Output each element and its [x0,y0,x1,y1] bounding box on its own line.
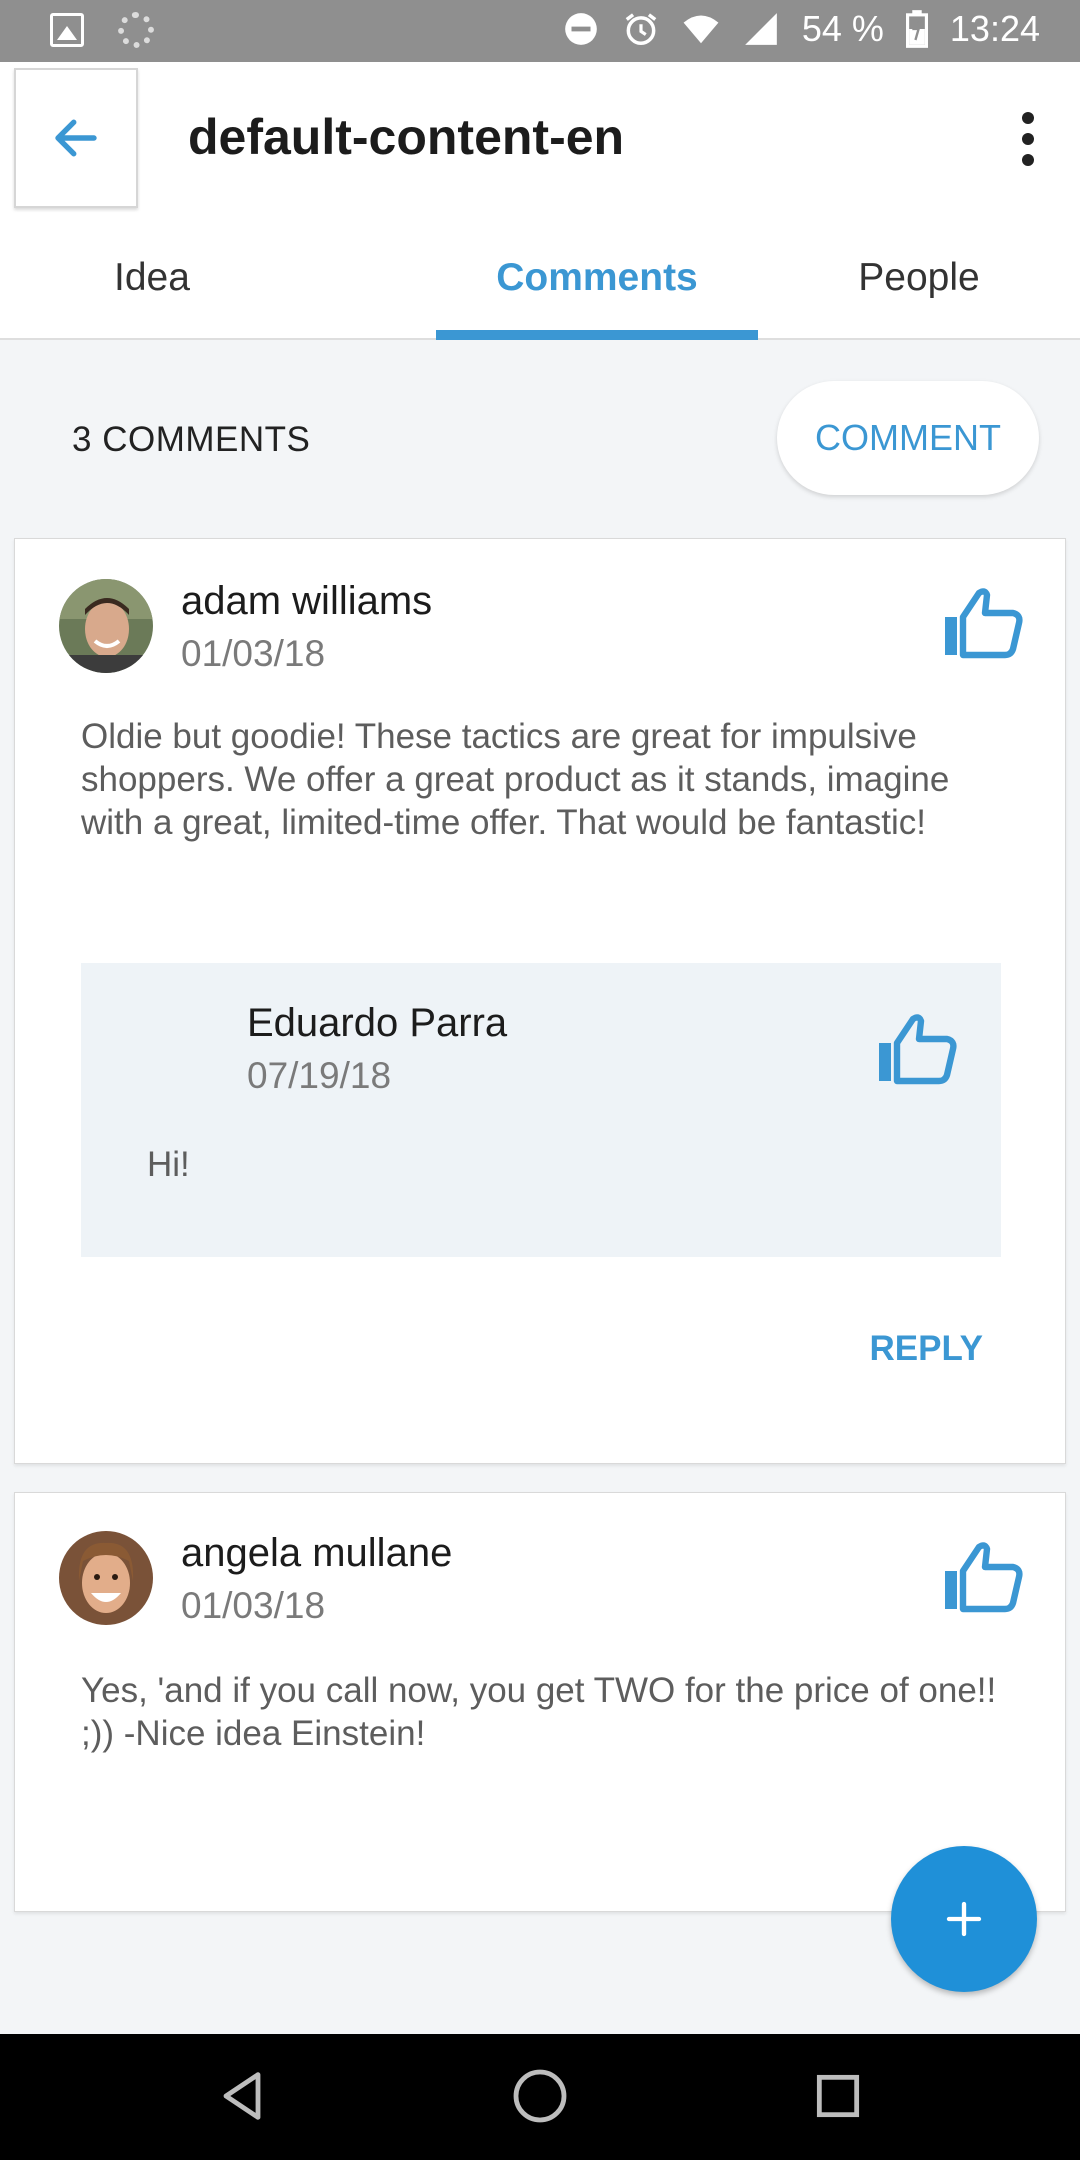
system-nav-bar [0,2034,1080,2160]
tab-people[interactable]: People [758,218,1080,338]
avatar[interactable] [59,579,153,673]
comment-date: 01/03/18 [181,633,326,674]
avatar[interactable] [59,1531,153,1625]
arrow-left-icon [55,119,97,157]
reply-card: Eduardo Parra 07/19/18 Hi! [81,963,1001,1257]
tab-idea[interactable]: Idea [0,218,436,338]
comment-text: Yes, 'and if you call now, you get TWO f… [81,1671,997,1753]
reply-button[interactable]: REPLY [870,1329,983,1369]
do-not-disturb-icon [565,13,597,45]
comment-count: 3 COMMENTS [72,420,311,459]
back-button[interactable] [14,68,138,208]
comment-author: angela mullane [181,1531,453,1575]
comment-author: adam williams [181,579,433,623]
tab-bar: Idea Comments People [0,218,1080,340]
comment-date: 01/03/18 [181,1585,326,1626]
comment-card: adam williams 01/03/18 Oldie but goodie!… [14,538,1066,1464]
gallery-notification-icon [50,13,84,47]
add-fab-button[interactable] [891,1846,1037,1992]
battery-percent: 54 % [801,8,884,49]
comment-card: angela mullane 01/03/18 Yes, 'and if you… [14,1492,1066,1912]
reply-text: Hi! [147,1145,190,1184]
page-title: default-content-en [188,109,625,165]
wifi-icon [683,15,719,44]
thumbs-up-icon[interactable] [943,587,1023,659]
app-bar: default-content-en [0,62,1080,218]
comment-text: Oldie but goodie! These tactics are grea… [81,717,950,842]
nav-recents-icon[interactable] [806,2064,870,2128]
tab-comments[interactable]: Comments [436,218,758,340]
thumbs-up-icon[interactable] [877,1013,957,1085]
reply-date: 07/19/18 [247,1055,392,1096]
alarm-icon [625,13,657,45]
sync-notification-icon [118,12,154,48]
signal-icon [745,13,777,45]
plus-icon [946,1901,982,1937]
add-comment-button[interactable]: COMMENT [777,381,1039,495]
thumbs-up-icon[interactable] [943,1541,1023,1613]
status-bar: 54 % 13:24 [0,0,1080,62]
battery-icon [905,10,928,48]
clock: 13:24 [949,8,1040,49]
overflow-menu-button[interactable] [1016,112,1040,166]
nav-back-icon[interactable] [210,2064,274,2128]
more-vert-icon [1022,112,1034,124]
nav-home-icon[interactable] [508,2064,572,2128]
reply-author: Eduardo Parra [247,1001,508,1045]
